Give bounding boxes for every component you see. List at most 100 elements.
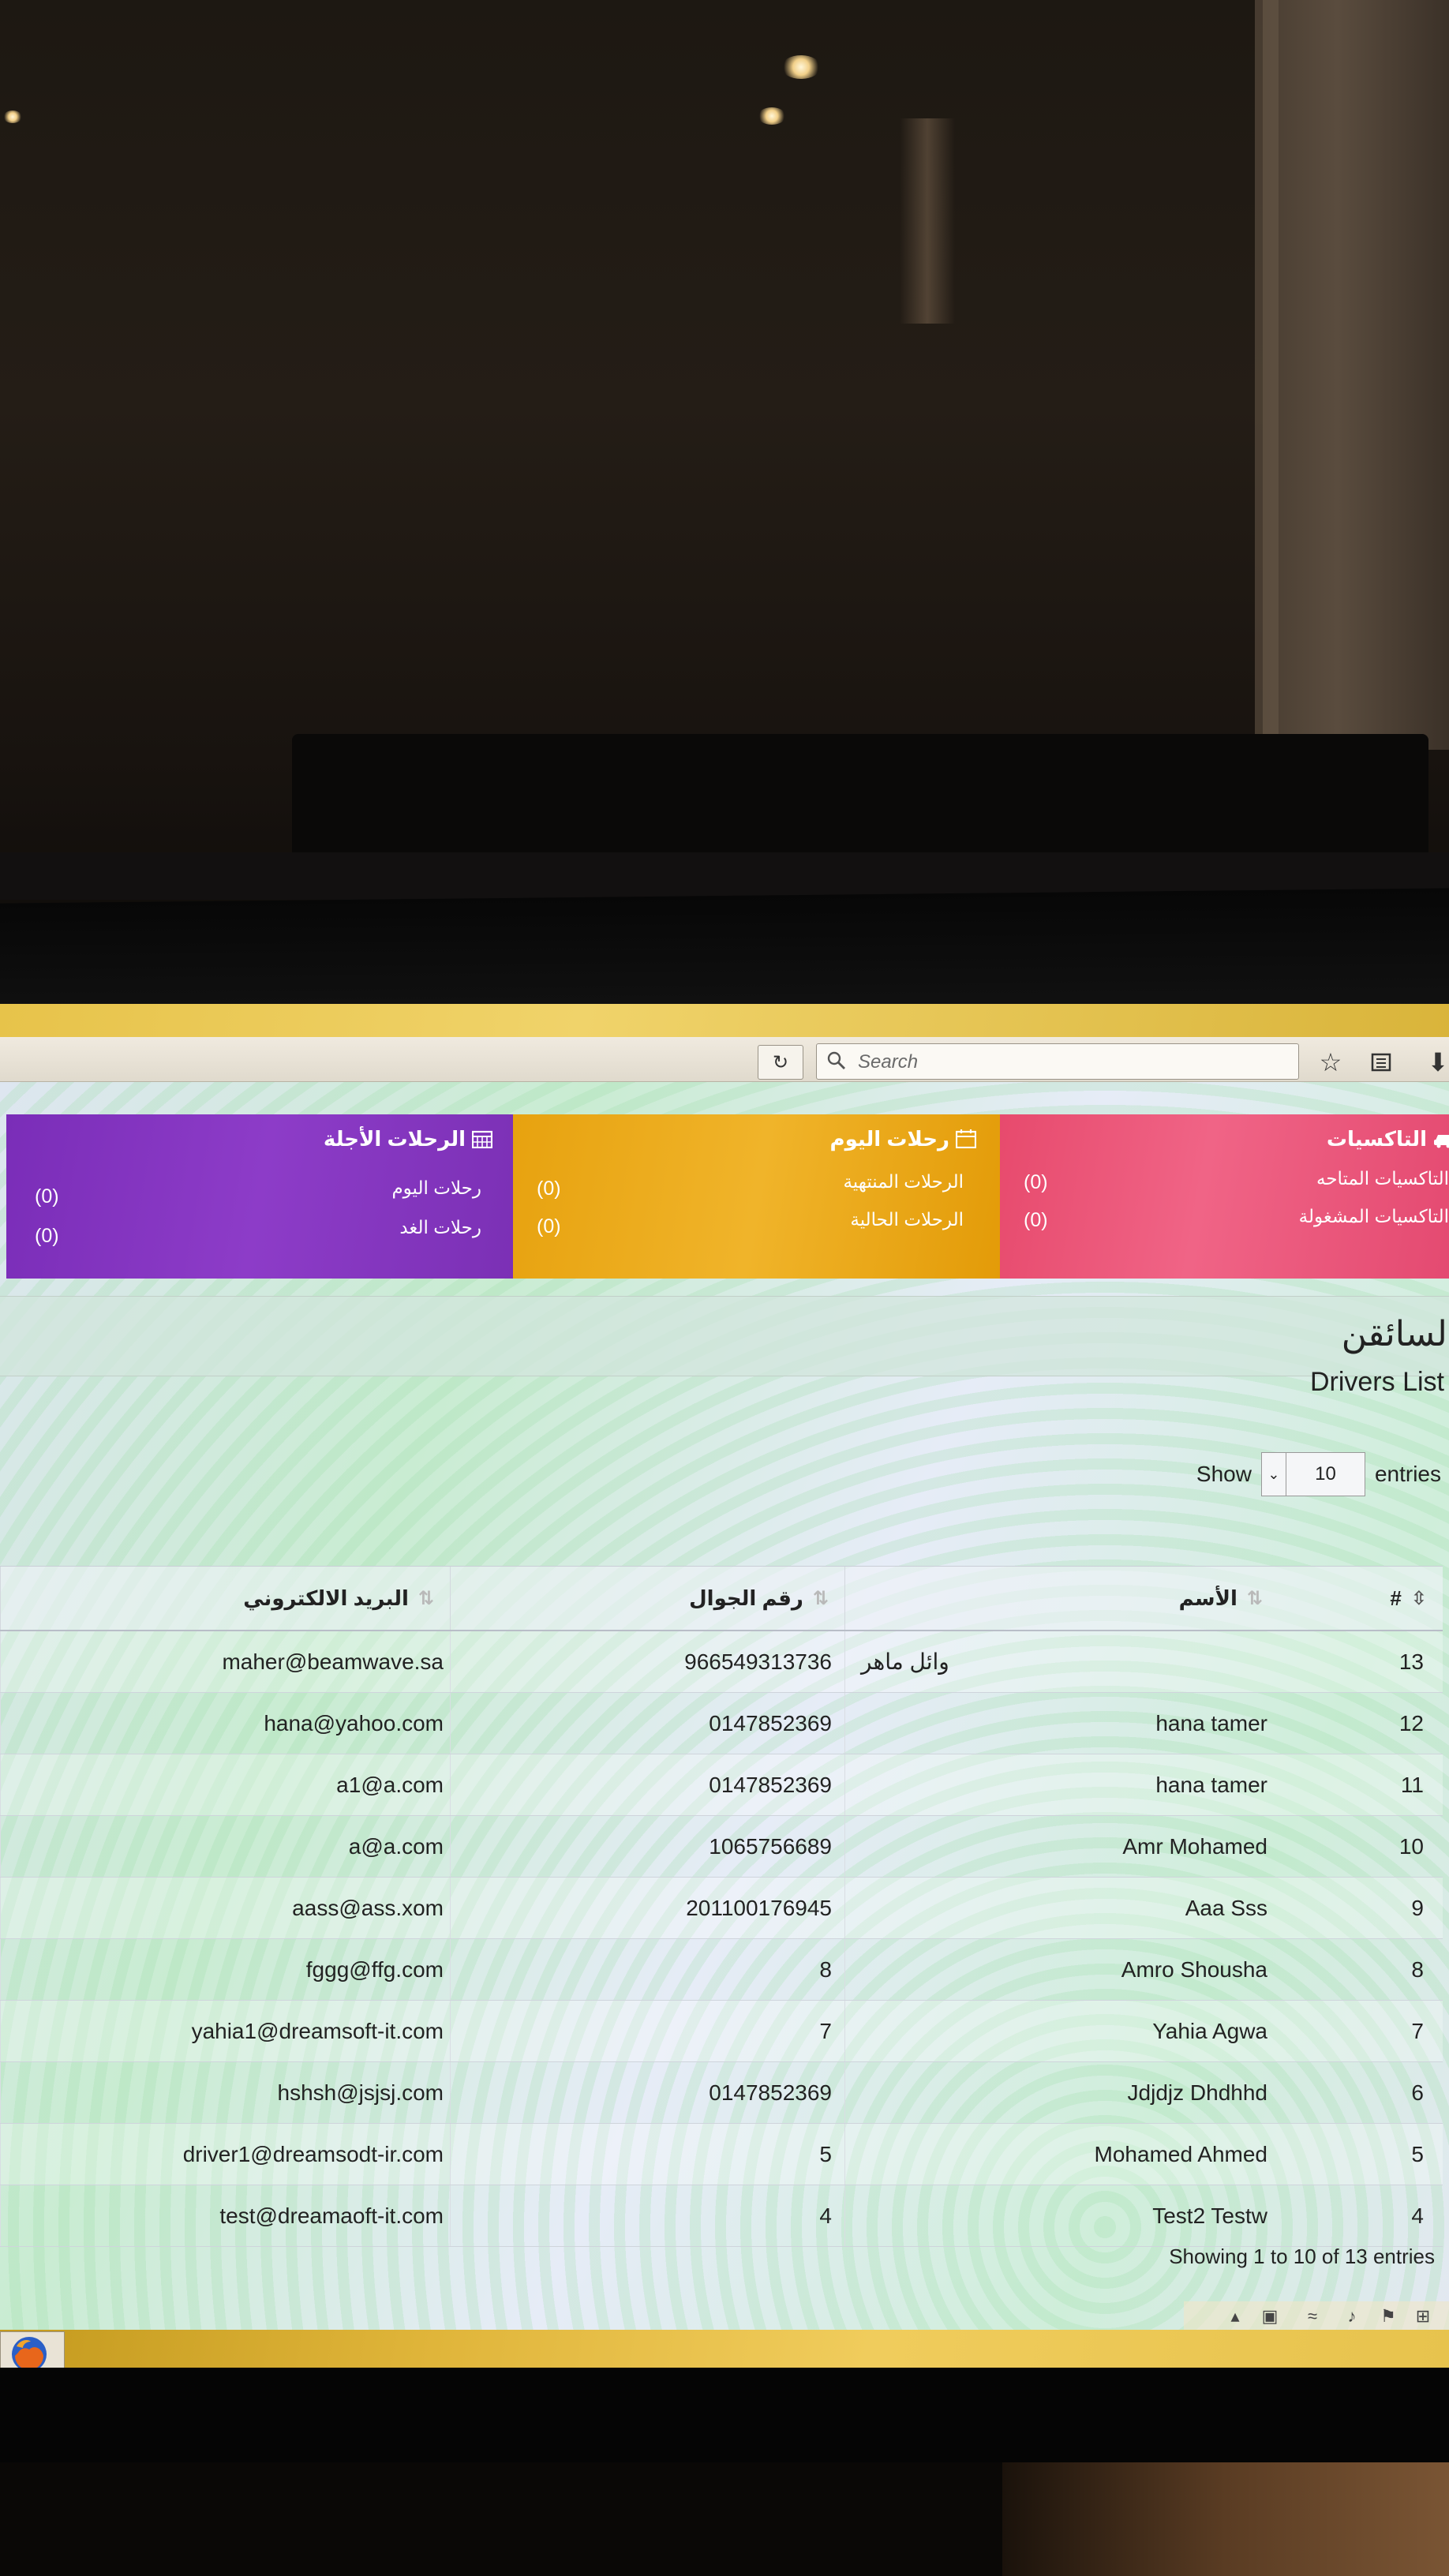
ceiling-light <box>758 107 786 125</box>
cell-id: 7 <box>1411 2018 1424 2043</box>
taxis-available-count: (0) <box>1024 1171 1048 1193</box>
table-row[interactable]: aass@ass.xom 201100176945 Aaa Sss 9 <box>0 1878 1443 1939</box>
search-icon <box>827 1051 845 1069</box>
table-row[interactable]: hana@yahoo.com 0147852369 hana tamer 12 <box>0 1693 1443 1754</box>
calendar-grid-icon <box>472 1130 492 1148</box>
ceiling-light <box>781 55 821 79</box>
table-row[interactable]: a@a.com 1065756689 Amr Mohamed 10 <box>0 1816 1443 1878</box>
tray-app-icon[interactable]: ▣ <box>1260 2306 1280 2327</box>
table-row[interactable]: test@dreamaoft-it.com 4 Test2 Testw 4 <box>0 2185 1443 2247</box>
cell-id: 4 <box>1411 2203 1424 2228</box>
table-row[interactable]: a1@a.com 0147852369 hana tamer 11 <box>0 1754 1443 1816</box>
cell-name: Yahia Agwa <box>844 2001 1279 2061</box>
entries-length-value: 10 <box>1315 1463 1336 1485</box>
volume-icon[interactable]: ♪ <box>1342 2306 1362 2327</box>
today-current-trips-label: الرحلات الحالية <box>850 1209 964 1230</box>
table-body: maher@beamwave.sa 966549313736 وائل ماهر… <box>0 1631 1443 2247</box>
car-icon <box>1434 1135 1449 1148</box>
cell-id: 5 <box>1411 2141 1424 2166</box>
cell-phone: 201100176945 <box>450 1878 844 1938</box>
column-header-name[interactable]: ⇅ الأسم <box>844 1567 1279 1630</box>
table-row[interactable]: hshsh@jsjsj.com 0147852369 Jdjdjz Dhdhhd… <box>0 2062 1443 2124</box>
taxis-busy-count: (0) <box>1024 1209 1048 1231</box>
cell-name: Aaa Sss <box>844 1878 1279 1938</box>
network-icon[interactable]: ≈ <box>1302 2306 1323 2327</box>
cell-email: fggg@ffg.com <box>0 1939 450 2000</box>
download-icon[interactable]: ⬇ <box>1422 1046 1449 1078</box>
page-heading-bar: السائقن <box>0 1296 1449 1376</box>
cell-phone: 1065756689 <box>450 1816 844 1877</box>
flag-icon[interactable]: ⚑ <box>1378 2306 1398 2327</box>
cell-email: hshsh@jsjsj.com <box>0 2062 450 2123</box>
cell-email: driver1@dreamsodt-ir.com <box>0 2124 450 2185</box>
upcoming-trips-today-label: رحلات اليوم <box>391 1178 481 1198</box>
upcoming-trips-tile[interactable]: الرحلات الأجلة رحلات اليوم (0) رحلات الغ… <box>6 1114 513 1279</box>
entries-length-select[interactable]: ⌄ 10 <box>1260 1452 1365 1496</box>
ceiling-light <box>3 110 22 123</box>
sort-icon: ⇅ <box>812 1587 829 1609</box>
entries-length-control: Show ⌄ 10 entries <box>1196 1451 1441 1498</box>
table-row[interactable]: driver1@dreamsodt-ir.com 5 Mohamed Ahmed… <box>0 2124 1443 2185</box>
browser-search-box[interactable]: Search <box>816 1043 1299 1080</box>
monitor-bezel-top <box>0 888 1449 1022</box>
sort-icon: ⇅ <box>1246 1587 1263 1609</box>
cell-email: aass@ass.xom <box>0 1878 450 1938</box>
cell-phone: 5 <box>450 2124 844 2185</box>
door-frame <box>1255 0 1279 750</box>
cell-id: 11 <box>1400 1772 1424 1797</box>
cell-phone: 8 <box>450 1939 844 2000</box>
reading-list-icon[interactable] <box>1365 1046 1397 1078</box>
cell-name: hana tamer <box>844 1693 1279 1754</box>
table-info: Showing 1 to 10 of 13 entries <box>1169 2245 1435 2268</box>
wall-reflection <box>900 118 955 324</box>
upcoming-trips-title: الرحلات الأجلة <box>324 1127 492 1151</box>
cell-phone: 0147852369 <box>450 1754 844 1815</box>
today-finished-trips-label: الرحلات المنتهية <box>843 1171 964 1192</box>
table-row[interactable]: yahia1@dreamsoft-it.com 7 Yahia Agwa 7 <box>0 2001 1443 2062</box>
taxis-available-label: التاكسيات المتاحه <box>1316 1168 1449 1189</box>
upcoming-trips-tomorrow-count: (0) <box>35 1225 59 1247</box>
upcoming-trips-today-count: (0) <box>35 1185 59 1208</box>
monitor-screen: ↻ Search ☆ ⬇ الرحلات الأجلة رحلات اليوم … <box>0 1004 1449 2376</box>
column-header-phone[interactable]: ⇅ رقم الجوال <box>450 1567 844 1630</box>
cell-email: a@a.com <box>0 1816 450 1877</box>
cell-phone: 0147852369 <box>450 1693 844 1754</box>
cell-id: 9 <box>1411 1895 1424 1920</box>
cell-email: yahia1@dreamsoft-it.com <box>0 2001 450 2061</box>
reload-button[interactable]: ↻ <box>758 1045 803 1080</box>
cell-name: وائل ماهر <box>844 1631 1279 1692</box>
show-label: Show <box>1196 1462 1252 1486</box>
cell-name: Jdjdjz Dhdhhd <box>844 2062 1279 2123</box>
cell-name: Amr Mohamed <box>844 1816 1279 1877</box>
column-header-id[interactable]: ⇳ # <box>1279 1567 1443 1630</box>
cell-name: Test2 Testw <box>844 2185 1279 2246</box>
windows-logo-icon[interactable]: ⊞ <box>1413 2306 1433 2327</box>
taxis-title: التاكسيات <box>1327 1127 1449 1151</box>
sort-icon: ⇅ <box>417 1587 434 1609</box>
column-header-email[interactable]: ⇅ البريد الالكتروني <box>0 1567 450 1630</box>
cell-phone: 4 <box>450 2185 844 2246</box>
drivers-list-title: Drivers List <box>1309 1367 1444 1397</box>
cell-name: Amro Shousha <box>844 1939 1279 2000</box>
cell-phone: 7 <box>450 2001 844 2061</box>
table-header: ⇅ البريد الالكتروني ⇅ رقم الجوال ⇅ الأسم ⇳ # <box>0 1566 1443 1631</box>
monitor-bezel-bottom <box>0 2368 1449 2470</box>
cell-id: 10 <box>1398 1833 1424 1859</box>
today-trips-tile[interactable]: رحلات اليوم الرحلات المنتهية (0) الرحلات… <box>513 1114 1000 1279</box>
table-row[interactable]: fggg@ffg.com 8 Amro Shousha 8 <box>0 1939 1443 2001</box>
reload-icon: ↻ <box>772 1051 789 1073</box>
floor-light <box>1002 2462 1449 2576</box>
cell-id: 12 <box>1398 1710 1424 1735</box>
bookmark-star-icon[interactable]: ☆ <box>1315 1046 1346 1078</box>
table-row[interactable]: maher@beamwave.sa 966549313736 وائل ماهر… <box>0 1631 1443 1693</box>
cell-phone: 0147852369 <box>450 2062 844 2123</box>
taxis-tile[interactable]: التاكسيات التاكسيات المتاحه (0) التاكسيا… <box>1000 1114 1449 1279</box>
cell-id: 8 <box>1411 1956 1424 1982</box>
room-wall <box>1263 0 1449 750</box>
search-placeholder: Search <box>858 1051 919 1073</box>
cell-email: a1@a.com <box>0 1754 450 1815</box>
today-current-trips-count: (0) <box>537 1215 561 1237</box>
cell-name: Mohamed Ahmed <box>844 2124 1279 2185</box>
cell-id: 13 <box>1398 1649 1424 1674</box>
tray-arrow-icon[interactable]: ▴ <box>1225 2306 1245 2327</box>
